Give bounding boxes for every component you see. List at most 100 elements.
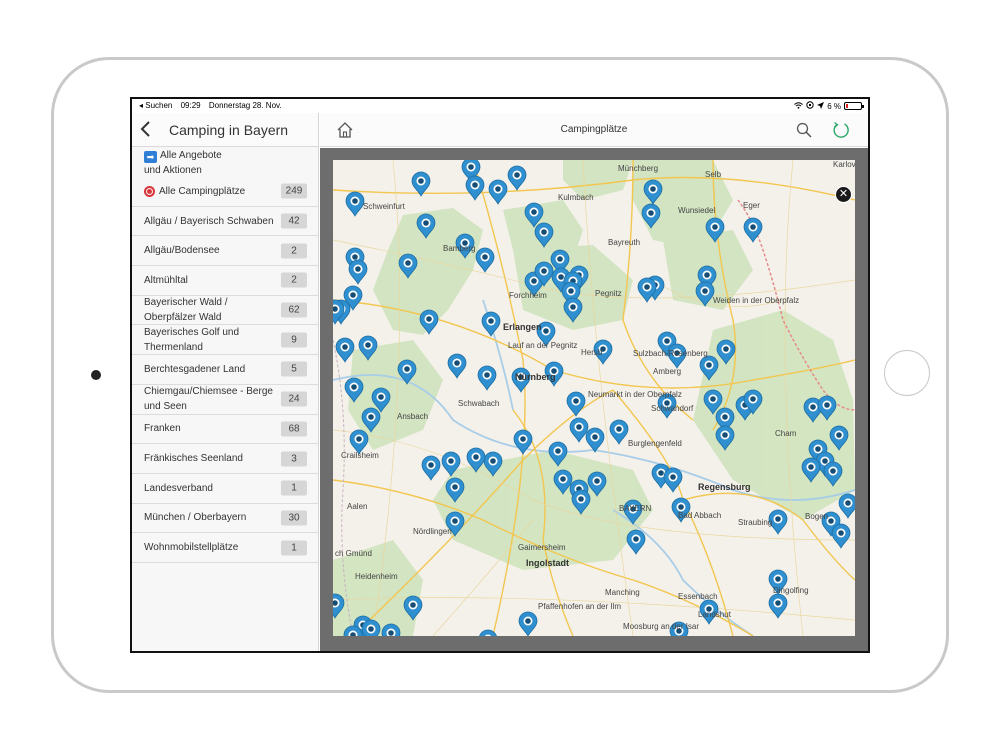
map-label: Burglengenfeld <box>628 439 682 448</box>
campsite-pin[interactable] <box>345 191 365 217</box>
sidebar-item[interactable]: Chiemgau/Chiemsee - Berge und Seen 24 <box>132 385 318 415</box>
campsite-pin[interactable] <box>348 259 368 285</box>
map-label: Bad Abbach <box>678 511 722 520</box>
back-to-app-link[interactable]: ◂ Suchen <box>139 101 172 110</box>
sidebar-item-offers[interactable]: ➡ Alle Angebote und Aktionen <box>132 147 318 177</box>
map-label: Gaimersheim <box>518 543 566 552</box>
count-badge: 1 <box>281 480 307 496</box>
sidebar-item[interactable]: Bayerischer Wald / Oberpfälzer Wald 62 <box>132 296 318 326</box>
campsite-pin[interactable] <box>421 455 441 481</box>
campsite-pin[interactable] <box>743 217 763 243</box>
status-time: 09:29 <box>180 101 201 110</box>
arrow-right-icon: ➡ <box>144 151 157 163</box>
map-label: Bayreuth <box>608 238 641 247</box>
status-bar: ◂ Suchen 09:29 Donnerstag 28. Nov. 6 % <box>132 99 868 113</box>
location-arrow-icon <box>817 101 825 111</box>
map-label: Amberg <box>653 367 682 376</box>
count-badge: 30 <box>281 510 307 526</box>
sidebar-item[interactable]: Fränkisches Seenland 3 <box>132 444 318 474</box>
map-label: Schwabach <box>458 399 500 408</box>
map-label: Regensburg <box>698 482 751 492</box>
count-badge: 42 <box>281 213 307 229</box>
map-container: Münchberg Schweinfurt Kulmbach Wunsiedel… <box>320 148 868 651</box>
campsite-pin[interactable] <box>335 337 355 363</box>
sidebar-item[interactable]: Altmühltal 2 <box>132 266 318 296</box>
count-badge: 24 <box>281 391 307 407</box>
campsite-pin[interactable] <box>475 247 495 273</box>
sidebar-title: Camping in Bayern <box>169 122 289 138</box>
map-label: Pegnitz <box>595 289 622 298</box>
refresh-icon[interactable] <box>832 121 850 139</box>
sidebar-item[interactable]: Allgäu/Bodensee 2 <box>132 236 318 267</box>
count-badge: 5 <box>281 361 307 377</box>
campsite-pin[interactable] <box>831 523 851 549</box>
campsite-pin[interactable] <box>411 171 431 197</box>
map-label: Landshut <box>698 610 731 619</box>
map-label: Bamberg <box>443 244 476 253</box>
campsite-pin[interactable] <box>609 419 629 445</box>
count-badge: 68 <box>281 421 307 437</box>
map-label: Dingolfing <box>773 586 809 595</box>
campsite-pin[interactable] <box>507 165 527 191</box>
map-label: Schwandorf <box>651 404 694 413</box>
count-badge: 62 <box>281 302 307 318</box>
sidebar-item[interactable]: Landesverband 1 <box>132 474 318 504</box>
campsite-pin[interactable] <box>488 179 508 205</box>
campsite-pin[interactable] <box>637 277 657 303</box>
campsite-pin[interactable] <box>626 529 646 555</box>
campsite-pin[interactable] <box>361 619 381 636</box>
sidebar-item-label: Chiemgau/Chiemsee - Berge und Seen <box>144 386 273 413</box>
campsite-pin[interactable] <box>566 391 586 417</box>
battery-icon <box>844 102 864 110</box>
map-label: Münchberg <box>618 164 659 173</box>
campsite-pin[interactable] <box>481 311 501 337</box>
sidebar-item[interactable]: Bayerisches Golf und Thermenland 9 <box>132 325 318 356</box>
map-label: Ingolstadt <box>526 558 569 568</box>
campsite-map[interactable]: Münchberg Schweinfurt Kulmbach Wunsiedel… <box>333 160 855 636</box>
sidebar-item[interactable]: Berchtesgadener Land 5 <box>132 355 318 385</box>
map-label: Cham <box>775 429 797 438</box>
home-hardware-button[interactable] <box>884 350 930 396</box>
map-label: Weiden in der Oberpfalz <box>713 296 800 305</box>
sidebar-item-label: Allgäu/Bodensee <box>144 245 220 257</box>
campsite-pin[interactable] <box>518 611 538 636</box>
map-label: Pfaffenhofen an der Ilm <box>538 602 622 611</box>
map-label: Hersb <box>581 348 603 357</box>
campsite-pin[interactable] <box>569 417 589 443</box>
campsite-pin[interactable] <box>838 493 855 519</box>
wifi-icon <box>794 101 804 111</box>
page-title: Campingplätze <box>560 124 628 135</box>
sidebar: Camping in Bayern ➡ Alle Angebote und Akt… <box>132 113 319 651</box>
campsite-pin[interactable] <box>477 365 497 391</box>
map-label: Neumarkt in der Oberpfalz <box>588 390 682 399</box>
close-map-button[interactable]: ✕ <box>835 186 852 203</box>
sidebar-item-label: Altmühltal <box>144 274 188 286</box>
campsite-pin[interactable] <box>447 353 467 379</box>
sidebar-item-label: München / Oberbayern <box>144 512 247 524</box>
campsite-pin[interactable] <box>585 427 605 453</box>
campsite-pin[interactable] <box>465 175 485 201</box>
chevron-left-icon[interactable] <box>140 120 152 138</box>
campsite-pin[interactable] <box>768 593 788 619</box>
map-label: Ansbach <box>397 412 429 421</box>
count-badge: 3 <box>281 451 307 467</box>
sidebar-item[interactable]: Wohnmobilstellplätze 1 <box>132 533 318 563</box>
orientation-lock-icon <box>806 101 814 111</box>
sidebar-header: Camping in Bayern <box>132 113 318 147</box>
search-icon[interactable] <box>796 122 812 138</box>
tablet-screen: ◂ Suchen 09:29 Donnerstag 28. Nov. 6 % C… <box>130 97 870 653</box>
map-label: Wunsiedel <box>678 206 716 215</box>
sidebar-item-label: Bayerischer Wald / Oberpfälzer Wald <box>144 297 228 324</box>
target-icon <box>144 185 155 197</box>
map-label: Schweinfurt <box>363 202 405 211</box>
sidebar-item-label: Landesverband <box>144 482 213 494</box>
sidebar-item[interactable]: Franken 68 <box>132 415 318 445</box>
status-date: Donnerstag 28. Nov. <box>208 101 282 110</box>
map-label: Forchheim <box>509 291 547 300</box>
offers-label-line2: und Aktionen <box>144 165 202 176</box>
sidebar-item[interactable]: München / Oberbayern 30 <box>132 504 318 534</box>
sidebar-item-label: Fränkisches Seenland <box>144 453 243 465</box>
sidebar-item[interactable]: Allgäu / Bayerisch Schwaben 42 <box>132 207 318 237</box>
sidebar-item[interactable]: Alle Campingplätze 249 <box>132 177 318 207</box>
count-badge: 2 <box>281 272 307 288</box>
